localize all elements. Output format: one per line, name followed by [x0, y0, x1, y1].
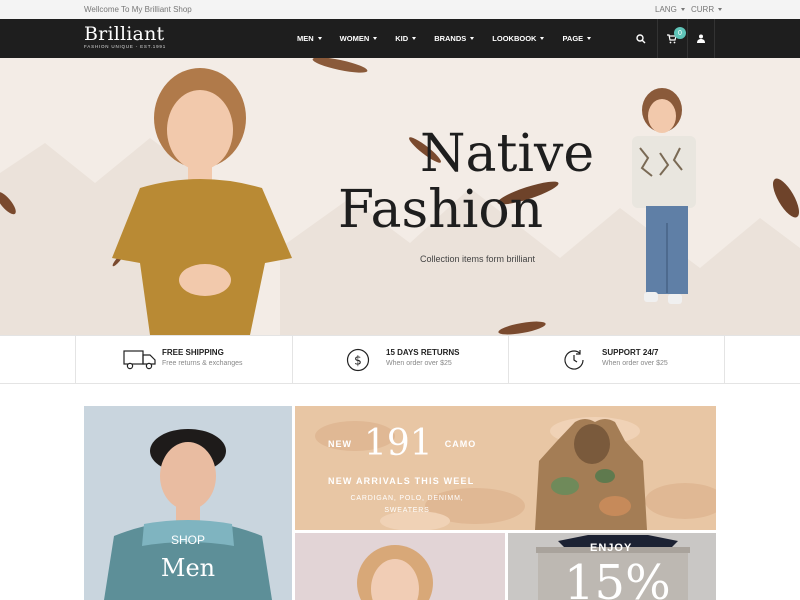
feature-desc: When order over $25	[602, 360, 668, 367]
hero-banner[interactable]: Native Fashion Collection items form bri…	[0, 58, 800, 335]
nav-label: LOOKBOOK	[492, 34, 537, 43]
feature-free-shipping: FREE SHIPPING Free returns & exchanges	[75, 336, 292, 383]
nav-label: WOMEN	[339, 34, 370, 43]
feature-returns: $ 15 DAYS RETURNS When order over $25	[292, 336, 508, 383]
camo-headline: NEW 191 CAMO	[328, 423, 476, 464]
feature-title: FREE SHIPPING	[162, 348, 224, 357]
clock-icon	[564, 350, 584, 370]
main-nav: MEN WOMEN KID BRANDS LOOKBOOK PAGE	[297, 19, 609, 58]
logo-tagline: FASHION UNIQUE - EST.1991	[84, 44, 167, 49]
camo-label: CAMO	[444, 438, 477, 449]
logo-name: Brilliant	[84, 23, 165, 45]
account-button[interactable]	[687, 19, 715, 58]
camo-number: 191	[364, 423, 433, 464]
nav-item-kid[interactable]: KID	[395, 34, 417, 43]
cart-count-badge: 0	[674, 27, 686, 39]
svg-text:$: $	[354, 354, 362, 368]
nav-label: BRANDS	[434, 34, 467, 43]
dollar-icon: $	[346, 348, 370, 372]
feature-desc: When order over $25	[386, 360, 452, 367]
enjoy-label: ENJOY	[590, 542, 633, 554]
banner-enjoy-discount[interactable]: ENJOY 15%	[508, 533, 716, 600]
site-logo[interactable]: Brilliant FASHION UNIQUE - EST.1991	[84, 23, 166, 49]
nav-label: MEN	[297, 34, 314, 43]
chevron-down-icon	[540, 37, 545, 40]
top-bar: Wellcome To My Brilliant Shop LANG CURR	[0, 0, 800, 19]
feature-title: SUPPORT 24/7	[602, 348, 659, 357]
banner-women[interactable]	[295, 533, 505, 600]
welcome-text: Wellcome To My Brilliant Shop	[84, 5, 192, 14]
new-arrivals-text: NEW ARRIVALS THIS WEEL	[328, 476, 475, 486]
chevron-down-icon	[680, 8, 685, 11]
user-icon	[697, 34, 705, 43]
chevron-down-icon	[412, 37, 417, 40]
main-header: Brilliant FASHION UNIQUE - EST.1991 MEN …	[0, 19, 800, 58]
hero-subtitle: Collection items form brilliant	[420, 254, 536, 264]
feature-title: 15 DAYS RETURNS	[386, 348, 460, 357]
feature-desc: Free returns & exchanges	[162, 360, 243, 367]
camo-categories: CARDIGAN, POLO, DENIMM, SWEATERS	[350, 495, 464, 514]
truck-icon	[123, 350, 156, 370]
nav-item-women[interactable]: WOMEN	[340, 34, 378, 43]
nav-item-page[interactable]: PAGE	[562, 34, 592, 43]
discount-value: 15%	[564, 555, 671, 600]
currency-label: CURR	[691, 5, 715, 14]
banner-new-arrivals[interactable]: NEW 191 CAMO NEW ARRIVALS THIS WEEL CARD…	[295, 406, 716, 530]
chevron-down-icon	[587, 37, 592, 40]
nav-label: KID	[395, 34, 409, 43]
chevron-down-icon	[470, 37, 475, 40]
chevron-down-icon	[718, 8, 723, 11]
woman-model-image	[357, 545, 433, 600]
chevron-down-icon	[373, 37, 378, 40]
nav-label: PAGE	[562, 34, 584, 43]
cart-button[interactable]: 0	[657, 19, 686, 58]
features-bar: FREE SHIPPING Free returns & exchanges $…	[0, 335, 800, 384]
feature-support: SUPPORT 24/7 When order over $25	[508, 336, 725, 383]
language-label: LANG	[655, 5, 677, 14]
camo-new-label: NEW	[328, 438, 352, 449]
search-icon	[636, 33, 646, 43]
nav-item-men[interactable]: MEN	[297, 34, 322, 43]
nav-item-brands[interactable]: BRANDS	[434, 34, 475, 43]
hero-title-line2: Fashion	[338, 180, 544, 240]
banner-shop-men[interactable]: SHOP Men	[84, 406, 292, 600]
hero-title: Native Fashion	[338, 126, 594, 238]
chevron-down-icon	[317, 37, 322, 40]
language-selector[interactable]: LANG	[655, 5, 685, 14]
hero-title-line1: Native	[420, 124, 595, 184]
men-title: Men	[160, 554, 216, 582]
search-button[interactable]	[627, 19, 655, 58]
nav-item-lookbook[interactable]: LOOKBOOK	[492, 34, 545, 43]
men-shop-label: SHOP	[170, 533, 205, 547]
currency-selector[interactable]: CURR	[691, 5, 723, 14]
